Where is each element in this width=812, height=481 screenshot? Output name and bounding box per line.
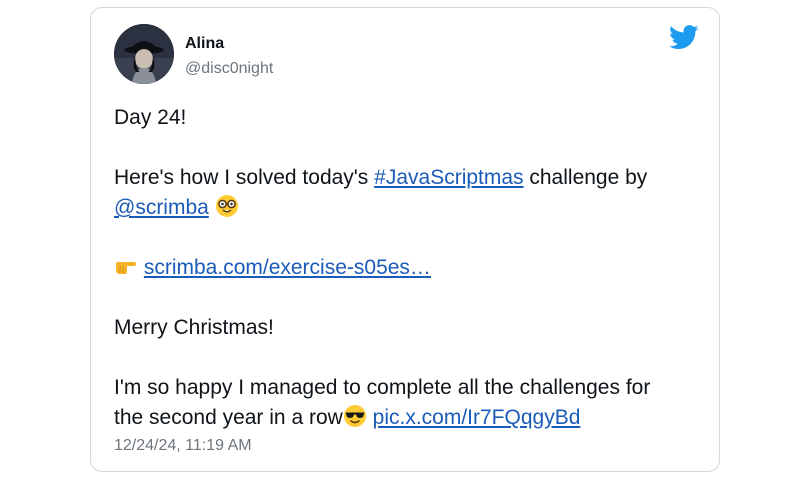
tweet-body: Day 24! Here's how I solved today's #Jav… <box>114 103 704 433</box>
hashtag-link[interactable]: #JavaScriptmas <box>374 166 523 189</box>
tweet-timestamp[interactable]: 12/24/24, 11:19 AM <box>114 436 252 456</box>
twitter-bird-icon[interactable] <box>669 25 699 50</box>
author-handle[interactable]: @disc0night <box>185 59 273 79</box>
author-name[interactable]: Alina <box>185 34 224 54</box>
avatar-photo <box>114 24 174 84</box>
tweet-line-day: Day 24! <box>114 103 704 133</box>
pic-link[interactable]: pic.x.com/Ir7FQqgyBd <box>373 406 581 429</box>
tweet-text-christmas: Merry Christmas! <box>114 316 274 339</box>
nerd-face-emoji <box>215 194 239 218</box>
tweet-text-second-year: the second year in a row <box>114 406 343 429</box>
tweet-line-christmas: Merry Christmas! <box>114 313 704 343</box>
tweet-text-happy: I'm so happy I managed to complete all t… <box>114 376 651 399</box>
exercise-link[interactable]: scrimba.com/exercise-s05es… <box>144 256 431 279</box>
tweet-text-solved-post: challenge by <box>523 166 648 189</box>
backhand-index-pointing-right-emoji <box>114 254 138 278</box>
tweet-card[interactable]: Alina @disc0night Day 24! Here's how I s… <box>90 7 720 472</box>
smiling-face-with-sunglasses-emoji <box>343 404 367 428</box>
tweet-line-happy: I'm so happy I managed to complete all t… <box>114 373 704 433</box>
tweet-line-link: scrimba.com/exercise-s05es… <box>114 253 704 283</box>
tweet-line-solved: Here's how I solved today's #JavaScriptm… <box>114 163 704 223</box>
mention-link[interactable]: @scrimba <box>114 196 209 219</box>
tweet-text-solved-pre: Here's how I solved today's <box>114 166 375 189</box>
avatar[interactable] <box>114 24 174 84</box>
tweet-text-day: Day 24! <box>114 106 187 129</box>
